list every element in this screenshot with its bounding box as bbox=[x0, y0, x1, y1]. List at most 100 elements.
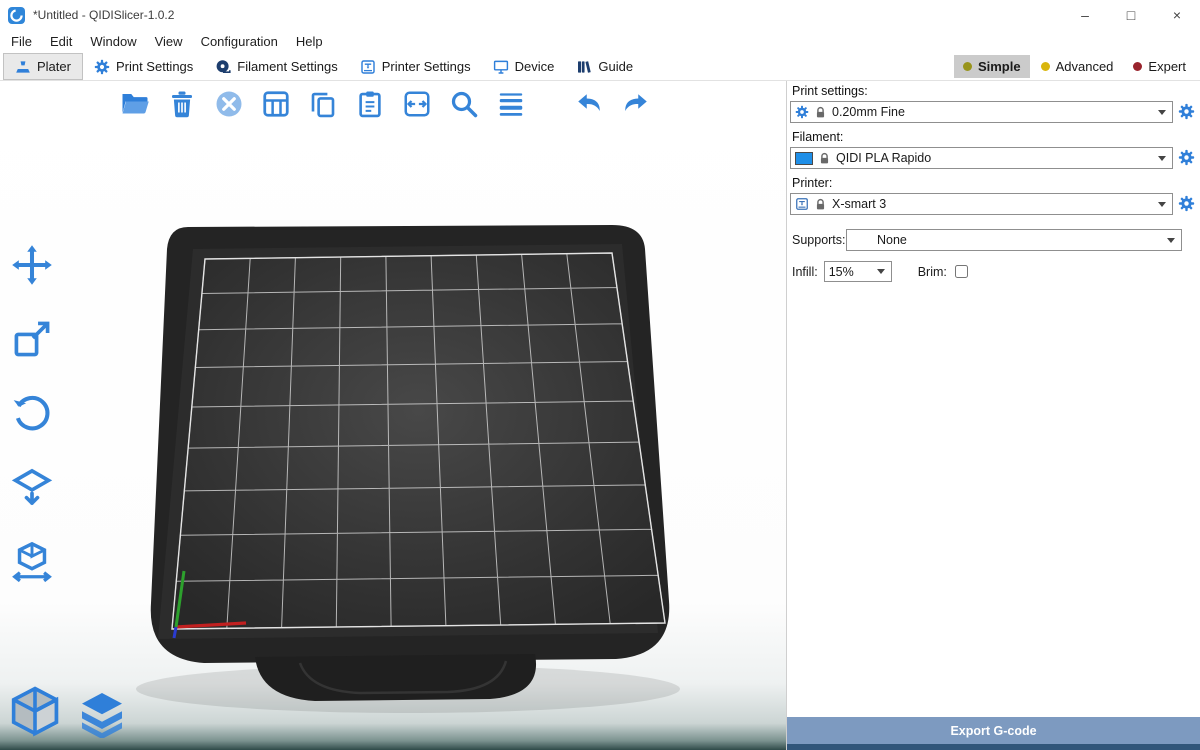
search-button[interactable] bbox=[445, 85, 483, 123]
delete-all-button[interactable] bbox=[210, 85, 248, 123]
print-settings-select[interactable]: 0.20mm Fine bbox=[790, 101, 1173, 123]
edit-print-settings-button[interactable] bbox=[1178, 103, 1196, 121]
edit-printer-button[interactable] bbox=[1178, 195, 1196, 213]
brim-checkbox[interactable] bbox=[955, 265, 968, 278]
tab-plater[interactable]: Plater bbox=[3, 53, 83, 80]
advanced-mode-dot-icon bbox=[1041, 62, 1050, 71]
tab-filament-settings[interactable]: Filament Settings bbox=[204, 53, 348, 80]
expert-mode-dot-icon bbox=[1133, 62, 1142, 71]
rotate-icon bbox=[10, 391, 54, 435]
settings-sidebar: Print settings: 0.20mm Fine Filament: QI… bbox=[786, 81, 1200, 750]
mode-expert-label: Expert bbox=[1148, 59, 1186, 74]
chevron-down-icon bbox=[1167, 238, 1175, 243]
menu-edit[interactable]: Edit bbox=[41, 32, 81, 51]
tab-print-settings[interactable]: Print Settings bbox=[83, 53, 204, 80]
filament-value: QIDI PLA Rapido bbox=[836, 151, 931, 165]
mode-simple[interactable]: Simple bbox=[954, 55, 1030, 78]
printer-select[interactable]: X-smart 3 bbox=[790, 193, 1173, 215]
export-gcode-button[interactable]: Export G-code bbox=[787, 717, 1200, 744]
place-on-face-button[interactable] bbox=[8, 463, 56, 511]
redo-button[interactable] bbox=[617, 85, 655, 123]
mode-advanced-label: Advanced bbox=[1056, 59, 1114, 74]
rotate-button[interactable] bbox=[8, 389, 56, 437]
scale-button[interactable] bbox=[8, 315, 56, 363]
measure-button[interactable] bbox=[8, 537, 56, 585]
tab-print-settings-label: Print Settings bbox=[116, 59, 193, 74]
tab-guide[interactable]: Guide bbox=[565, 53, 644, 80]
tab-device-label: Device bbox=[515, 59, 555, 74]
gear-icon bbox=[1178, 103, 1195, 120]
supports-value: None bbox=[851, 233, 907, 247]
open-folder-icon bbox=[120, 89, 150, 119]
move-button[interactable] bbox=[8, 241, 56, 289]
gear-icon bbox=[1178, 195, 1195, 212]
edit-filament-button[interactable] bbox=[1178, 149, 1196, 167]
open-folder-button[interactable] bbox=[116, 85, 154, 123]
delete-button[interactable] bbox=[163, 85, 201, 123]
menu-file[interactable]: File bbox=[2, 32, 41, 51]
paste-button[interactable] bbox=[351, 85, 389, 123]
3d-editor-view-button[interactable] bbox=[8, 684, 62, 738]
tab-bar: Plater Print Settings Filament Settings … bbox=[0, 53, 1200, 81]
tab-device[interactable]: Device bbox=[482, 53, 566, 80]
guide-book-icon bbox=[576, 59, 592, 75]
menu-bar: File Edit Window View Configuration Help bbox=[0, 30, 1200, 53]
chevron-down-icon bbox=[1158, 202, 1166, 207]
redo-icon bbox=[621, 89, 651, 119]
preview-layers-button[interactable] bbox=[78, 690, 126, 738]
place-on-face-icon bbox=[10, 465, 54, 509]
filament-select[interactable]: QIDI PLA Rapido bbox=[790, 147, 1173, 169]
3d-cube-icon bbox=[8, 684, 62, 738]
variable-layer-height-button[interactable] bbox=[492, 85, 530, 123]
search-icon bbox=[449, 89, 479, 119]
tab-filament-settings-label: Filament Settings bbox=[237, 59, 337, 74]
copy-button[interactable] bbox=[304, 85, 342, 123]
undo-button[interactable] bbox=[570, 85, 608, 123]
menu-configuration[interactable]: Configuration bbox=[192, 32, 287, 51]
mode-advanced[interactable]: Advanced bbox=[1032, 55, 1123, 78]
undo-icon bbox=[574, 89, 604, 119]
print-settings-label: Print settings: bbox=[792, 84, 1200, 98]
infill-select[interactable]: 15% bbox=[824, 261, 892, 282]
layers-stack-icon bbox=[78, 690, 126, 738]
move-icon bbox=[10, 243, 54, 287]
menu-window[interactable]: Window bbox=[81, 32, 145, 51]
gizmo-toolbar bbox=[8, 241, 56, 585]
printer-icon bbox=[360, 59, 376, 75]
split-icon bbox=[402, 89, 432, 119]
3d-viewport[interactable] bbox=[0, 81, 786, 750]
tab-printer-settings[interactable]: Printer Settings bbox=[349, 53, 482, 80]
measure-icon bbox=[10, 539, 54, 583]
menu-view[interactable]: View bbox=[146, 32, 192, 51]
minimize-button[interactable]: – bbox=[1062, 0, 1108, 30]
variable-layer-height-icon bbox=[496, 89, 526, 119]
window-title: *Untitled - QIDISlicer-1.0.2 bbox=[33, 8, 174, 22]
printer-bed-scene[interactable] bbox=[0, 81, 786, 750]
infill-label: Infill: bbox=[792, 265, 818, 279]
gear-icon bbox=[795, 105, 809, 119]
viewport-toolbar bbox=[116, 85, 655, 123]
lock-icon bbox=[814, 106, 827, 119]
menu-help[interactable]: Help bbox=[287, 32, 332, 51]
view-switch bbox=[8, 684, 126, 738]
gear-icon bbox=[94, 59, 110, 75]
arrange-icon bbox=[261, 89, 291, 119]
tab-plater-label: Plater bbox=[37, 59, 71, 74]
mode-switcher: Simple Advanced Expert bbox=[954, 53, 1200, 80]
filament-label: Filament: bbox=[792, 130, 1200, 144]
chevron-down-icon bbox=[877, 269, 885, 274]
maximize-button[interactable]: □ bbox=[1108, 0, 1154, 30]
print-settings-value: 0.20mm Fine bbox=[832, 105, 905, 119]
arrange-button[interactable] bbox=[257, 85, 295, 123]
brim-label: Brim: bbox=[918, 265, 947, 279]
mode-expert[interactable]: Expert bbox=[1124, 55, 1195, 78]
close-button[interactable]: × bbox=[1154, 0, 1200, 30]
split-button[interactable] bbox=[398, 85, 436, 123]
lock-icon bbox=[814, 198, 827, 211]
export-button-strip bbox=[787, 744, 1200, 750]
supports-select[interactable]: None bbox=[846, 229, 1182, 251]
app-logo-icon bbox=[8, 7, 25, 24]
printer-label: Printer: bbox=[792, 176, 1200, 190]
simple-mode-dot-icon bbox=[963, 62, 972, 71]
printer-value: X-smart 3 bbox=[832, 197, 886, 211]
